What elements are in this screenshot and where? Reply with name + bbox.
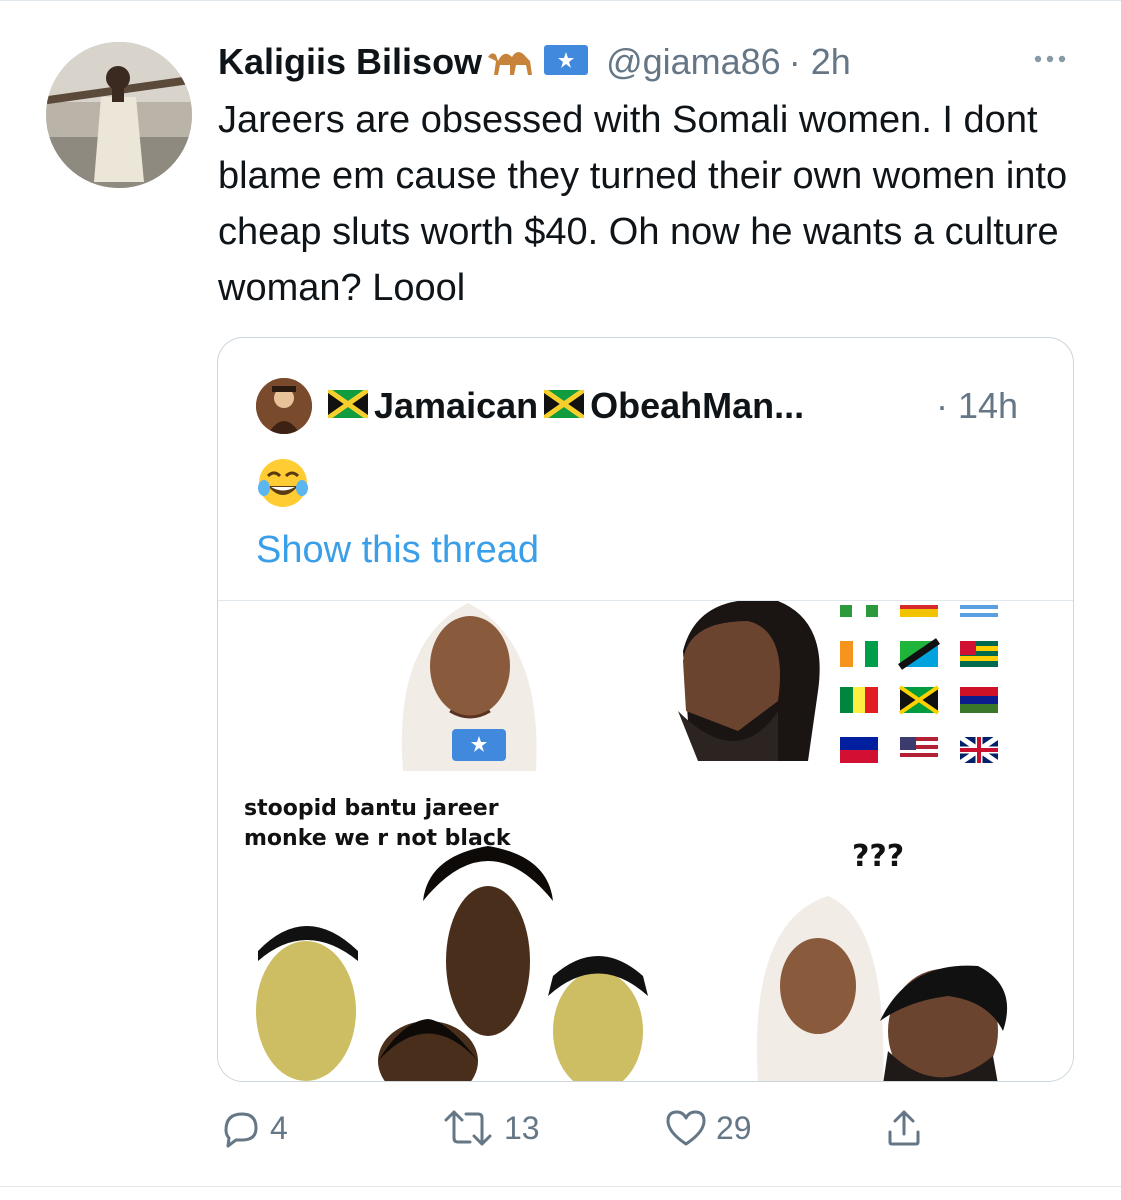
jamaica-flag-emoji [326, 387, 370, 423]
quoted-tweet-image[interactable]: stoopid bantu jareer monke we r not blac… [218, 600, 1073, 1081]
flags-grid [840, 605, 1000, 766]
retweet-button[interactable]: 13 [440, 1106, 540, 1150]
share-button[interactable] [882, 1106, 926, 1150]
author-display-name[interactable]: Kaligiis Bilisow [218, 41, 482, 83]
bearded-man-illustration [678, 601, 820, 761]
retweet-icon [444, 1110, 492, 1146]
couple-illustration [756, 896, 1008, 1081]
reply-icon [224, 1112, 258, 1148]
quoted-display-name-continued[interactable]: ObeahMan... [590, 385, 804, 427]
retweet-count: 13 [504, 1109, 540, 1146]
quoted-tweet-time[interactable]: · 14h [936, 380, 1018, 432]
bottom-divider [0, 1186, 1121, 1187]
author-handle[interactable]: @giama86 [606, 41, 781, 83]
somalia-flag-emoji [544, 44, 589, 80]
quoted-tweet-card[interactable]: Jamaican ObeahMan... · 14h Show this thr… [217, 337, 1074, 1082]
more-options-icon[interactable] [1030, 44, 1070, 74]
camel-emoji [486, 43, 540, 82]
share-icon [888, 1110, 920, 1146]
meme-caption-left: stoopid bantu jareer monke we r not blac… [244, 796, 511, 851]
reply-count: 4 [270, 1109, 288, 1146]
tweet-header: Kaligiis Bilisow @giama86 · 2h [218, 38, 1078, 86]
show-thread-link[interactable]: Show this thread [256, 524, 539, 576]
reply-button[interactable]: 4 [218, 1106, 288, 1150]
like-count: 29 [716, 1109, 752, 1146]
meme-caption-right: ??? [852, 839, 905, 874]
like-button[interactable]: 29 [664, 1106, 752, 1150]
hijab-woman-illustration [401, 603, 537, 771]
quoted-author-avatar[interactable] [256, 378, 312, 434]
tweet-time[interactable]: · 2h [789, 41, 851, 83]
tweet-action-bar: 4 13 29 [0, 1106, 1121, 1158]
heart-icon [666, 1110, 706, 1146]
author-avatar[interactable] [46, 42, 192, 188]
quoted-display-name[interactable]: Jamaican [374, 385, 538, 427]
tweet-text: Jareers are obsessed with Somali women. … [218, 99, 1068, 309]
jamaica-flag-emoji [542, 387, 586, 423]
face-with-tears-of-joy-emoji [256, 456, 310, 510]
cartoon-group-illustration [256, 846, 648, 1081]
top-divider [0, 0, 1121, 1]
